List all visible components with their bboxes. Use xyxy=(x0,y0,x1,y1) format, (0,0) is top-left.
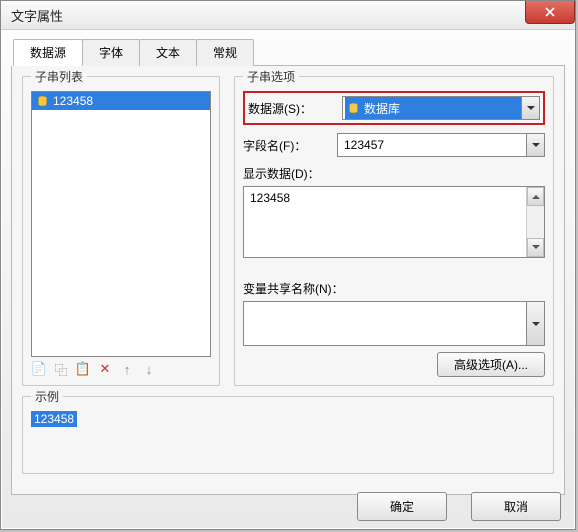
display-data-textarea[interactable]: 123458 xyxy=(243,186,545,258)
list-item-label: 123458 xyxy=(53,94,93,108)
chevron-down-icon[interactable] xyxy=(521,97,539,119)
database-icon xyxy=(36,95,49,108)
content-area: 数据源 字体 文本 常规 子串列表 123458 xyxy=(1,30,575,503)
ok-button[interactable]: 确定 xyxy=(357,492,447,521)
substring-options-group: 子串选项 数据源(S)： 数据库 xyxy=(234,76,554,386)
down-icon[interactable]: ↓ xyxy=(141,361,157,377)
scroll-down-icon[interactable] xyxy=(527,238,544,257)
cancel-button[interactable]: 取消 xyxy=(471,492,561,521)
data-source-value: 数据库 xyxy=(364,100,400,117)
example-legend: 示例 xyxy=(31,388,63,405)
tab-panel: 子串列表 123458 📄 ⿻ 📋 ✕ xyxy=(11,66,565,495)
substring-list-legend: 子串列表 xyxy=(31,68,87,85)
cut-icon[interactable]: 📋 xyxy=(75,361,91,377)
field-name-label: 字段名(F)： xyxy=(243,137,333,154)
scrollbar[interactable] xyxy=(526,187,544,257)
substring-options-legend: 子串选项 xyxy=(243,68,299,85)
titlebar: 文字属性 xyxy=(1,1,575,30)
display-data-label: 显示数据(D)： xyxy=(243,165,545,182)
tab-text[interactable]: 文本 xyxy=(139,39,197,66)
example-group: 示例 123458 xyxy=(22,396,554,474)
window-title: 文字属性 xyxy=(11,6,63,25)
advanced-options-button[interactable]: 高级选项(A)... xyxy=(437,352,545,377)
scroll-up-icon[interactable] xyxy=(527,187,544,206)
tab-general[interactable]: 常规 xyxy=(196,39,254,66)
close-button[interactable] xyxy=(525,1,575,24)
data-source-label: 数据源(S)： xyxy=(248,100,338,117)
tab-data-source[interactable]: 数据源 xyxy=(13,39,83,66)
dialog-buttons: 确定 取消 xyxy=(357,492,561,521)
tabstrip: 数据源 字体 文本 常规 xyxy=(13,38,565,66)
substring-list-group: 子串列表 123458 📄 ⿻ 📋 ✕ xyxy=(22,76,220,386)
delete-icon[interactable]: ✕ xyxy=(97,361,113,377)
tab-font[interactable]: 字体 xyxy=(82,39,140,66)
display-data-value: 123458 xyxy=(244,187,544,209)
database-icon xyxy=(347,102,360,115)
list-toolbar: 📄 ⿻ 📋 ✕ ↑ ↓ xyxy=(31,357,211,377)
share-name-label: 变量共享名称(N)： xyxy=(243,280,545,297)
up-icon[interactable]: ↑ xyxy=(119,361,135,377)
list-item[interactable]: 123458 xyxy=(32,92,210,110)
share-name-combobox[interactable] xyxy=(243,301,545,346)
dialog-window: 文字属性 数据源 字体 文本 常规 子串列表 xyxy=(0,0,576,530)
example-value: 123458 xyxy=(31,411,77,427)
copy-icon[interactable]: ⿻ xyxy=(53,361,69,377)
close-icon xyxy=(545,7,555,17)
data-source-combobox[interactable]: 数据库 xyxy=(342,96,540,120)
substring-listbox[interactable]: 123458 xyxy=(31,91,211,357)
chevron-down-icon[interactable] xyxy=(526,134,544,156)
field-name-combobox[interactable]: 123457 xyxy=(337,133,545,157)
chevron-down-icon[interactable] xyxy=(526,302,544,345)
new-icon[interactable]: 📄 xyxy=(31,361,47,377)
data-source-highlight: 数据源(S)： 数据库 xyxy=(243,91,545,125)
field-name-value: 123457 xyxy=(340,138,384,152)
